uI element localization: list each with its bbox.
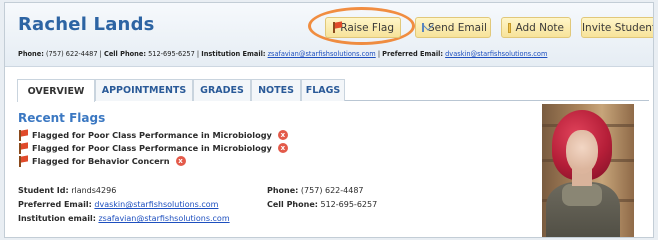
flag-text: Flagged for Poor Class Performance in Mi… [32,143,272,153]
cell-phone-value: 512-695-6257 [320,200,378,209]
flag-icon [18,154,28,167]
institution-email-row: Institution email: zsafavian@starfishsol… [18,214,230,223]
tab-flags[interactable]: FLAGS [301,79,345,101]
student-profile-panel: Rachel Lands Raise Flag Send Email Add N… [4,2,654,238]
send-email-label: Send Email [428,21,487,34]
institution-email-link[interactable]: zsafavian@starfishsolutions.com [98,214,229,223]
recent-flags-title: Recent Flags [18,111,106,125]
tab-notes[interactable]: NOTES [251,79,301,101]
phone-value: (757) 622-4487 [45,50,98,58]
tab-grades[interactable]: GRADES [193,79,251,101]
phone-value: (757) 622-4487 [300,186,364,195]
flag-icon [18,141,28,154]
inst-email-link[interactable]: zsafavian@starfishsolutions.com [268,50,376,58]
pref-email-label: Preferred Email: [382,50,444,58]
contact-line: Phone: (757) 622-4487 | Cell Phone: 512-… [18,50,548,58]
raise-flag-label: Raise Flag [340,21,394,34]
pref-email-link[interactable]: dvaskin@starfishsolutions.com [445,50,547,58]
envelope-icon [422,23,424,32]
raise-flag-button[interactable]: Raise Flag [325,17,401,38]
flag-icon [18,128,28,141]
remove-icon[interactable]: x [175,156,186,166]
preferred-email-link[interactable]: dvaskin@starfishsolutions.com [94,200,218,209]
tab-bar: OVERVIEW APPOINTMENTS GRADES NOTES FLAGS [17,79,649,102]
flag-item: Flagged for Behavior Concern x [18,154,186,167]
preferred-email-label: Preferred Email: [18,200,92,209]
remove-icon[interactable]: x [277,143,288,153]
tab-overview[interactable]: OVERVIEW [17,79,95,102]
cell-phone-row: Cell Phone: 512-695-6257 [267,200,377,209]
preferred-email-row: Preferred Email: dvaskin@starfishsolutio… [18,200,218,209]
flag-item: Flagged for Poor Class Performance in Mi… [18,141,288,154]
cell-phone-label: Cell Phone: [267,200,318,209]
inst-email-label: Institution Email: [201,50,266,58]
profile-header: Rachel Lands Raise Flag Send Email Add N… [5,3,653,67]
cell-label: Cell Phone: [103,50,146,58]
student-name: Rachel Lands [18,14,155,35]
note-icon [508,22,512,33]
add-note-label: Add Note [515,21,564,34]
student-photo [542,104,634,237]
invite-student-button[interactable]: Invite Student [581,17,654,38]
student-id-label: Student Id: [18,186,69,195]
send-email-button[interactable]: Send Email [415,17,491,38]
student-id-row: Student Id: rlands4296 [18,186,116,195]
tab-appointments[interactable]: APPOINTMENTS [95,79,193,101]
institution-email-label: Institution email: [18,214,96,223]
phone-label: Phone: [267,186,299,195]
cell-value: 512-695-6257 [148,50,195,58]
flag-item: Flagged for Poor Class Performance in Mi… [18,128,288,141]
flag-text: Flagged for Behavior Concern [32,156,170,166]
phone-label: Phone: [18,50,44,58]
invite-student-label: Invite Student [581,21,654,34]
phone-row: Phone: (757) 622-4487 [267,186,364,195]
flag-text: Flagged for Poor Class Performance in Mi… [32,130,272,140]
remove-icon[interactable]: x [277,130,288,140]
student-id-value: rlands4296 [71,186,117,195]
add-note-button[interactable]: Add Note [501,17,571,38]
flag-icon [332,21,342,33]
